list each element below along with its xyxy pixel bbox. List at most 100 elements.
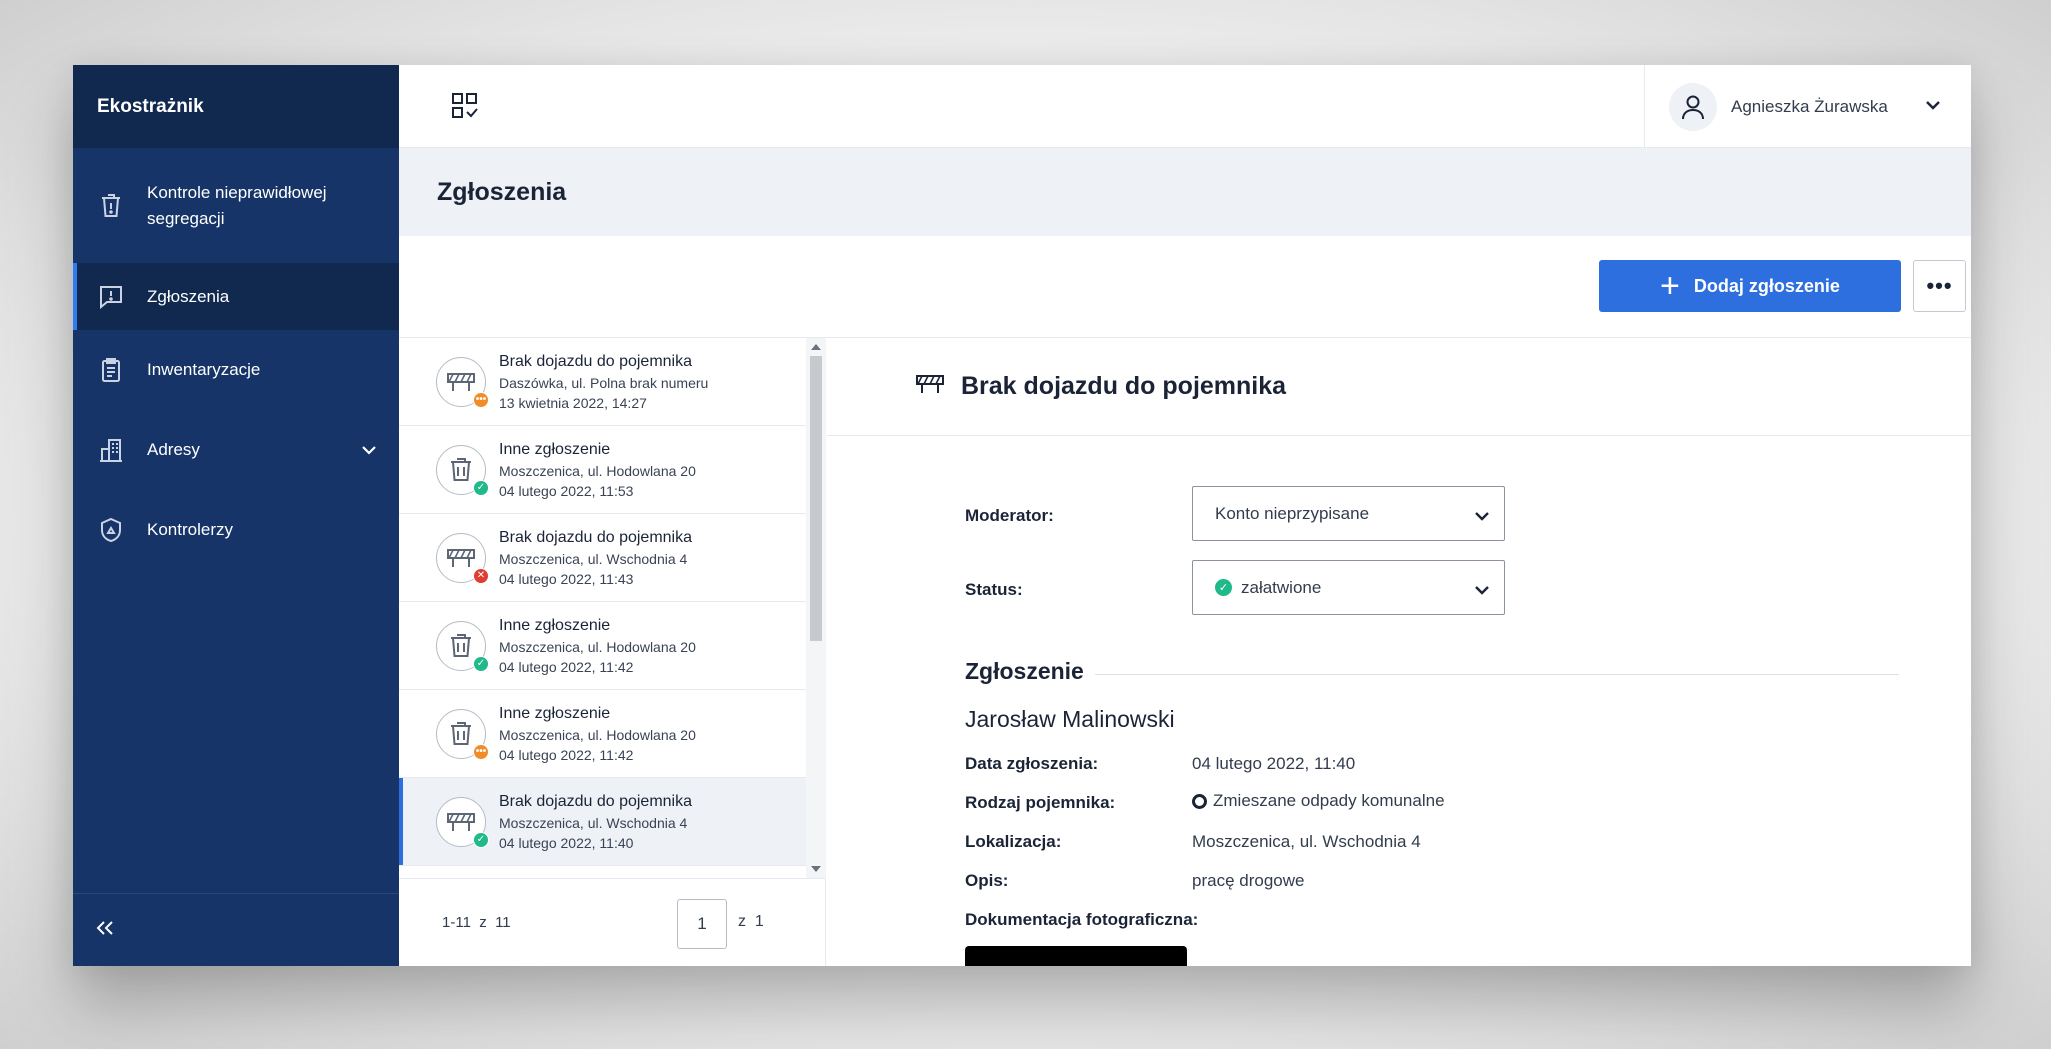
list-item-title: Inne zgłoszenie: [499, 616, 611, 634]
page-total: z 1: [738, 913, 764, 930]
bin-icon: •••: [436, 708, 489, 760]
report-date-label: Data zgłoszenia:: [965, 754, 1099, 773]
list-item-title: Inne zgłoszenie: [499, 704, 611, 722]
reporter-name: Jarosław Malinowski: [965, 706, 1175, 732]
sidebar-collapse-button[interactable]: [73, 893, 399, 966]
list-item[interactable]: ✕ Brak dojazdu do pojemnika Moszczenica, u…: [399, 514, 806, 602]
location-value: Moszczenica, ul. Wschodnia 4: [1192, 832, 1421, 851]
list-item-address: Moszczenica, ul. Hodowlana 20: [499, 462, 696, 479]
avatar: [1669, 82, 1717, 131]
sidebar-item-label: Kontrolerzy: [147, 520, 233, 539]
sidebar-item-kontrolerzy[interactable]: Kontrolerzy: [73, 490, 399, 570]
user-menu[interactable]: Agnieszka Żurawska: [1644, 65, 1971, 148]
sidebar-item-kontrole[interactable]: Kontrole nieprawidłowej segregacji: [73, 148, 399, 263]
status-badge: ✓: [473, 479, 489, 496]
status-badge: •••: [473, 743, 489, 760]
status-badge: ✓: [473, 655, 489, 672]
section-title: Zgłoszenie: [965, 658, 1084, 684]
list-item-text: Brak dojazdu do pojemnika Moszczenica, ul…: [499, 529, 692, 587]
chevron-down-icon: [361, 440, 377, 460]
page-number-input[interactable]: 1: [677, 899, 727, 949]
list-item-title: Brak dojazdu do pojemnika: [499, 528, 693, 546]
scroll-thumb[interactable]: [810, 356, 822, 641]
section-divider: [1095, 674, 1899, 675]
container-type-value: Zmieszane odpady komunalne: [1213, 791, 1445, 810]
status-label: Status:: [965, 580, 1023, 599]
clipboard-icon: [97, 356, 125, 384]
sidebar-item-adresy[interactable]: Adresy: [73, 410, 399, 490]
sidebar-item-inwentaryzacje[interactable]: Inwentaryzacje: [73, 330, 399, 410]
photo-thumbnail[interactable]: [965, 946, 1187, 966]
road-barrier-icon: •••: [436, 356, 489, 408]
photo-label: Dokumentacja fotograficzna:: [965, 910, 1199, 929]
bin-icon: ✓: [436, 620, 489, 672]
list-item-date: 04 lutego 2022, 11:53: [499, 482, 634, 499]
list-item-date: 04 lutego 2022, 11:43: [499, 570, 634, 587]
list-item-date: 04 lutego 2022, 11:42: [499, 746, 634, 763]
app-window: Ekostrażnik Kontrole nieprawidłowej segr…: [73, 65, 1971, 966]
list-item[interactable]: ✓ Inne zgłoszenie Moszczenica, ul. Hodowla…: [399, 426, 806, 514]
pagination: 1-11 z 11 1 z 1: [399, 878, 826, 966]
description-label: Opis:: [965, 871, 1009, 890]
building-icon: [97, 436, 125, 464]
sidebar-item-label: Adresy: [147, 440, 200, 459]
list-item-date: 04 lutego 2022, 11:40: [499, 834, 634, 851]
status-badge: •••: [473, 391, 489, 408]
chevron-down-icon: [1474, 580, 1490, 600]
toolbar: + Dodaj zgłoszenie •••: [399, 236, 1971, 338]
list-item[interactable]: ✓ Brak dojazdu do pojemnika Moszczenica, u…: [399, 778, 806, 866]
add-report-button[interactable]: + Dodaj zgłoszenie: [1599, 260, 1901, 312]
list-item-text: Brak dojazdu do pojemnika Daszówka, ul. P…: [499, 353, 708, 411]
shield-icon: [97, 516, 125, 544]
scroll-down-icon[interactable]: [811, 866, 821, 872]
main-content: Agnieszka Żurawska Zgłoszenia + Dodaj zg…: [399, 65, 1971, 966]
status-value: załatwione: [1241, 577, 1322, 597]
list-item-address: Daszówka, ul. Polna brak numeru: [499, 374, 709, 391]
list-item[interactable]: ••• Inne zgłoszenie Moszczenica, ul. Hodow…: [399, 690, 806, 778]
status-select[interactable]: ✓ załatwione: [1192, 560, 1505, 615]
moderator-select[interactable]: Konto nieprzypisane: [1192, 486, 1505, 541]
list-item-text: Inne zgłoszenie Moszczenica, ul. Hodowlan…: [499, 617, 696, 675]
list-item-title: Brak dojazdu do pojemnika: [499, 352, 693, 370]
sidebar-item-label: Kontrole nieprawidłowej segregacji: [147, 182, 327, 228]
list-item-text: Inne zgłoszenie Moszczenica, ul. Hodowlan…: [499, 705, 696, 763]
user-name: Agnieszka Żurawska: [1731, 96, 1888, 116]
report-detail: Brak dojazdu do pojemnika Moderator: Kon…: [827, 338, 1971, 966]
pagination-range: 1-11 z 11: [442, 914, 511, 931]
list-item-date: 13 kwietnia 2022, 14:27: [499, 394, 647, 411]
road-barrier-icon: ✓: [436, 796, 489, 848]
list-item-address: Moszczenica, ul. Hodowlana 20: [499, 638, 696, 655]
list-scrollbar[interactable]: [806, 338, 826, 878]
scroll-up-icon[interactable]: [811, 344, 821, 350]
sidebar: Ekostrażnik Kontrole nieprawidłowej segr…: [73, 65, 399, 966]
list-item-text: Inne zgłoszenie Moszczenica, ul. Hodowlan…: [499, 441, 696, 499]
list-item-date: 04 lutego 2022, 11:42: [499, 658, 634, 675]
list-item[interactable]: ✓ Inne zgłoszenie Moszczenica, ul. Hodowla…: [399, 602, 806, 690]
location-label: Lokalizacja:: [965, 832, 1062, 851]
apps-grid-icon[interactable]: [449, 90, 481, 122]
container-type-label: Rodzaj pojemnika:: [965, 793, 1116, 812]
more-options-button[interactable]: •••: [1913, 260, 1966, 312]
sidebar-item-zgloszenia[interactable]: Zgłoszenia: [73, 263, 399, 330]
list-item-address: Moszczenica, ul. Wschodnia 4: [499, 550, 688, 567]
reports-list: ••• Brak dojazdu do pojemnika Daszówka, ul…: [399, 338, 806, 878]
app-brand: Ekostrażnik: [73, 65, 399, 148]
report-date-value: 04 lutego 2022, 11:40: [1192, 754, 1356, 773]
list-item-address: Moszczenica, ul. Hodowlana 20: [499, 726, 696, 743]
road-barrier-icon: ✕: [436, 532, 489, 584]
bin-icon: [97, 192, 125, 220]
status-badge: ✓: [473, 831, 489, 848]
check-circle-icon: ✓: [1215, 579, 1232, 596]
plus-icon: +: [1660, 267, 1680, 305]
list-item-address: Moszczenica, ul. Wschodnia 4: [499, 814, 688, 831]
add-report-label: Dodaj zgłoszenie: [1693, 275, 1840, 296]
list-item-title: Brak dojazdu do pojemnika: [499, 792, 693, 810]
container-color-icon: [1192, 793, 1207, 809]
sidebar-item-label: Inwentaryzacje: [147, 360, 261, 379]
description-value: pracę drogowe: [1192, 871, 1305, 890]
reports-list-pane: ••• Brak dojazdu do pojemnika Daszówka, ul…: [399, 338, 826, 966]
status-badge: ✕: [473, 567, 489, 584]
chevron-down-icon: [1474, 506, 1490, 526]
top-bar: Agnieszka Żurawska: [399, 65, 1971, 148]
list-item[interactable]: ••• Brak dojazdu do pojemnika Daszówka, ul…: [399, 338, 806, 426]
